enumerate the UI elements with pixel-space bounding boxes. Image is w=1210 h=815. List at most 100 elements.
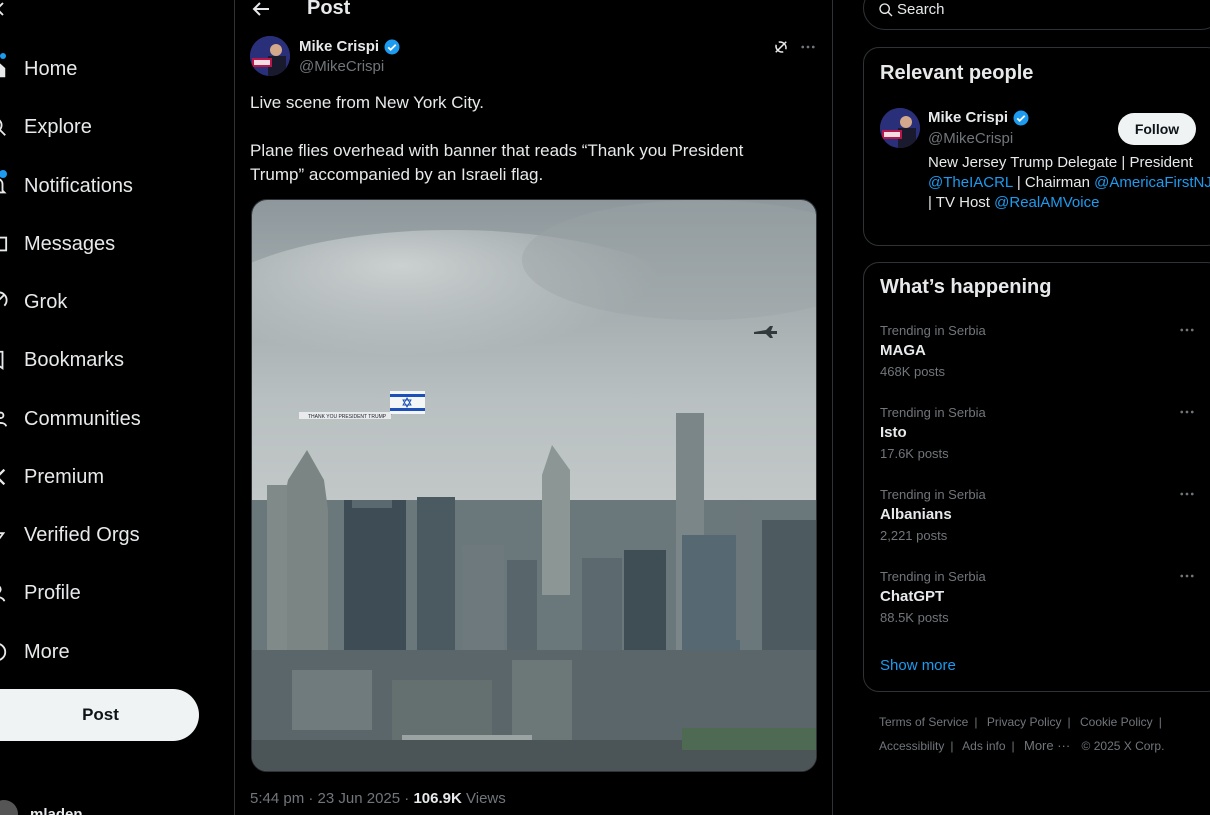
trend-name: Albanians — [880, 506, 952, 523]
bio-mention-link[interactable]: @AmericaFirstNJ — [1094, 174, 1210, 191]
more-options-icon[interactable] — [1178, 321, 1196, 339]
trend-item[interactable]: Trending in Serbia Albanians 2,221 posts — [864, 487, 1210, 569]
post-button[interactable]: Post — [0, 689, 199, 741]
search-icon — [879, 3, 893, 17]
avatar-image — [880, 108, 920, 148]
nav-label-profile: Profile — [24, 581, 81, 604]
trend-name: ChatGPT — [880, 588, 945, 605]
more-options-icon[interactable] — [1178, 485, 1196, 503]
copyright: © 2025 X Corp. — [1081, 739, 1165, 753]
relevant-people-card: Relevant people Mike Crispi @MikeCrispi … — [863, 47, 1210, 246]
terms-link[interactable]: Terms of Service — [879, 715, 968, 729]
tweet-timestamp[interactable]: 5:44 pm · 23 Jun 2025 — [250, 790, 400, 807]
more-circle-icon — [0, 643, 7, 661]
notification-dot — [0, 53, 6, 59]
left-navigation: Home Explore Notifications Messages Grok… — [0, 0, 234, 815]
nav-label-explore: Explore — [24, 115, 92, 138]
bell-icon — [0, 178, 7, 194]
more-options-icon[interactable] — [1178, 567, 1196, 585]
relevant-person-name[interactable]: Mike Crispi — [928, 109, 1008, 126]
person-icon — [0, 585, 6, 602]
account-avatar[interactable] — [0, 800, 18, 815]
trend-count: 2,221 posts — [880, 528, 948, 543]
more-options-icon[interactable] — [1178, 403, 1196, 421]
nav-label-verified-orgs: Verified Orgs — [24, 523, 140, 546]
trend-context: Trending in Serbia — [880, 569, 986, 584]
footer-separator: | — [1158, 715, 1162, 729]
nav-label-messages: Messages — [24, 232, 116, 255]
people-icon — [0, 411, 8, 427]
verified-badge-icon[interactable] — [1012, 109, 1030, 127]
more-options-icon[interactable] — [798, 38, 818, 56]
bio-mention-link[interactable]: @RealAMVoice — [994, 194, 1099, 211]
footer-links: Terms of Service | Privacy Policy | Cookie… — [879, 710, 1199, 758]
avatar-image — [250, 36, 290, 76]
trend-context: Trending in Serbia — [880, 487, 986, 502]
trend-context: Trending in Serbia — [880, 405, 986, 420]
bio-text: | Chairman — [1012, 174, 1095, 191]
relevant-person-handle[interactable]: @MikeCrispi — [928, 130, 1013, 147]
accessibility-link[interactable]: Accessibility — [879, 739, 944, 753]
meta-separator: · — [400, 790, 414, 807]
author-avatar[interactable] — [250, 36, 290, 76]
author-handle[interactable]: @MikeCrispi — [299, 58, 384, 75]
nav-label-more: More — [24, 640, 70, 663]
follow-button[interactable]: Follow — [1118, 113, 1196, 145]
trend-item[interactable]: Trending in Serbia Isto 17.6K posts — [864, 405, 1210, 487]
grok-icon[interactable] — [772, 38, 790, 56]
footer-separator: | — [1011, 739, 1015, 753]
x-logo-icon — [0, 468, 6, 486]
grok-icon — [0, 291, 8, 307]
x-logo-icon[interactable] — [0, 0, 6, 18]
trend-count: 468K posts — [880, 364, 946, 379]
nyc-skyline-photo: THANK YOU PRESIDENT TRUMP — [252, 200, 816, 771]
whats-happening-card: What’s happening Trending in Serbia MAGA… — [863, 262, 1210, 692]
trend-name: MAGA — [880, 342, 926, 359]
right-sidebar: Relevant people Mike Crispi @MikeCrispi … — [863, 0, 1210, 815]
bookmark-icon — [0, 350, 4, 370]
home-icon — [0, 63, 6, 78]
page-title: Post — [307, 0, 351, 19]
bio-text: New Jersey Trump Delegate | President — [928, 154, 1193, 171]
nav-label-communities: Communities — [24, 407, 141, 430]
account-name[interactable]: mladen — [30, 806, 83, 815]
bio-mention-link[interactable]: @TheIACRL — [928, 174, 1013, 191]
nav-label-bookmarks: Bookmarks — [24, 348, 125, 371]
footer-separator: | — [950, 739, 954, 753]
search-input[interactable] — [897, 1, 1097, 18]
trend-count: 17.6K posts — [880, 446, 949, 461]
relevant-person-avatar[interactable] — [880, 108, 920, 148]
show-more-link[interactable]: Show more — [880, 657, 956, 674]
trend-item[interactable]: Trending in Serbia MAGA 468K posts — [864, 323, 1210, 405]
cookie-link[interactable]: Cookie Policy — [1080, 715, 1153, 729]
tweet-media-image[interactable]: THANK YOU PRESIDENT TRUMP — [251, 199, 817, 772]
lightning-icon — [0, 532, 6, 540]
trend-count: 88.5K posts — [880, 610, 949, 625]
whats-happening-title: What’s happening — [880, 276, 1052, 298]
search-icon — [0, 119, 6, 136]
relevant-people-title: Relevant people — [880, 62, 1034, 84]
ads-info-link[interactable]: Ads info — [962, 739, 1005, 753]
envelope-icon — [0, 236, 8, 252]
views-count: 106.9K — [413, 790, 462, 807]
relevant-person-bio: New Jersey Trump Delegate | President @T… — [928, 153, 1210, 213]
banner-text: THANK YOU PRESIDENT TRUMP — [308, 414, 387, 420]
author-name[interactable]: Mike Crispi — [299, 38, 379, 55]
main-column: Post Mike Crispi @MikeCrispi Live scene … — [234, 0, 833, 815]
footer-more-link[interactable]: More ··· — [1024, 738, 1070, 753]
footer-separator: | — [1067, 715, 1071, 729]
trend-context: Trending in Serbia — [880, 323, 986, 338]
verified-badge-icon[interactable] — [383, 38, 401, 56]
tweet-meta: 5:44 pm · 23 Jun 2025 · 106.9K Views — [250, 790, 506, 807]
tweet-text-line1: Live scene from New York City. — [250, 93, 484, 112]
nav-label-home: Home — [24, 57, 78, 80]
privacy-link[interactable]: Privacy Policy — [987, 715, 1062, 729]
footer-separator: | — [974, 715, 978, 729]
back-arrow-icon[interactable] — [249, 0, 273, 21]
search-box[interactable] — [863, 0, 1210, 30]
tweet-text-line2: Plane flies overhead with banner that re… — [250, 141, 744, 184]
bio-text: | TV Host — [928, 194, 995, 211]
nav-label-premium: Premium — [24, 465, 105, 488]
nav-label-grok: Grok — [24, 290, 68, 313]
trend-item[interactable]: Trending in Serbia ChatGPT 88.5K posts — [864, 569, 1210, 651]
